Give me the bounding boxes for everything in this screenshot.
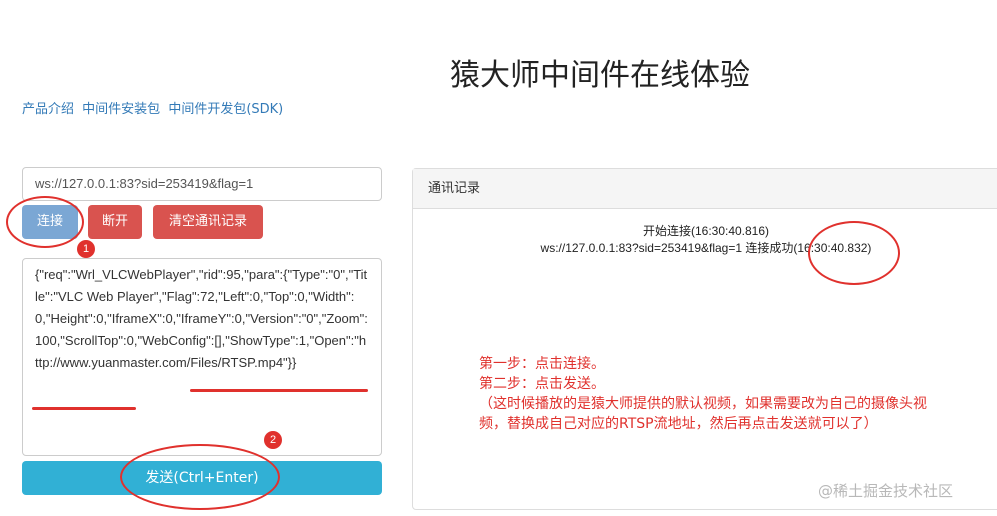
clear-log-button[interactable]: 清空通讯记录 bbox=[153, 205, 263, 239]
annotation-badge-1: 1 bbox=[77, 240, 95, 258]
annotation-step2: 第二步：点击发送。 bbox=[479, 376, 605, 392]
annotation-circle-connect bbox=[6, 196, 84, 248]
annotation-note: （这时候播放的是猿大师提供的默认视频，如果需要改为自己的摄像头视频，替换成自己对… bbox=[479, 396, 927, 432]
link-installer[interactable]: 中间件安装包 bbox=[82, 102, 160, 117]
top-nav-links: 产品介绍 中间件安装包 中间件开发包(SDK) bbox=[22, 98, 287, 117]
websocket-url-input[interactable]: ws://127.0.0.1:83?sid=253419&flag=1 bbox=[22, 167, 382, 201]
request-textarea[interactable]: {"req":"Wrl_VLCWebPlayer","rid":95,"para… bbox=[22, 258, 382, 456]
link-sdk[interactable]: 中间件开发包(SDK) bbox=[168, 102, 283, 117]
annotation-steps: 第一步：点击连接。 第二步：点击发送。 （这时候播放的是猿大师提供的默认视频，如… bbox=[479, 354, 929, 434]
annotation-underline-url bbox=[190, 389, 368, 392]
annotation-step1: 第一步：点击连接。 bbox=[479, 356, 605, 372]
watermark: @稀土掘金技术社区 bbox=[818, 482, 954, 500]
log-line: 开始连接(16:30:40.816) bbox=[642, 224, 770, 238]
annotation-badge-2: 2 bbox=[264, 431, 282, 449]
annotation-circle-log bbox=[808, 221, 900, 285]
annotation-circle-send bbox=[120, 444, 280, 510]
log-body: 开始连接(16:30:40.816) ws://127.0.0.1:83?sid… bbox=[413, 209, 997, 257]
log-heading: 通讯记录 bbox=[413, 169, 997, 209]
log-line: ws://127.0.0.1:83?sid=253419&flag=1 连接成功… bbox=[540, 241, 872, 255]
page-title: 猿大师中间件在线体验 bbox=[450, 58, 750, 93]
disconnect-button[interactable]: 断开 bbox=[88, 205, 142, 239]
link-product-intro[interactable]: 产品介绍 bbox=[22, 102, 74, 117]
log-panel: 通讯记录 开始连接(16:30:40.816) ws://127.0.0.1:8… bbox=[412, 168, 997, 510]
annotation-underline-file bbox=[32, 407, 136, 410]
